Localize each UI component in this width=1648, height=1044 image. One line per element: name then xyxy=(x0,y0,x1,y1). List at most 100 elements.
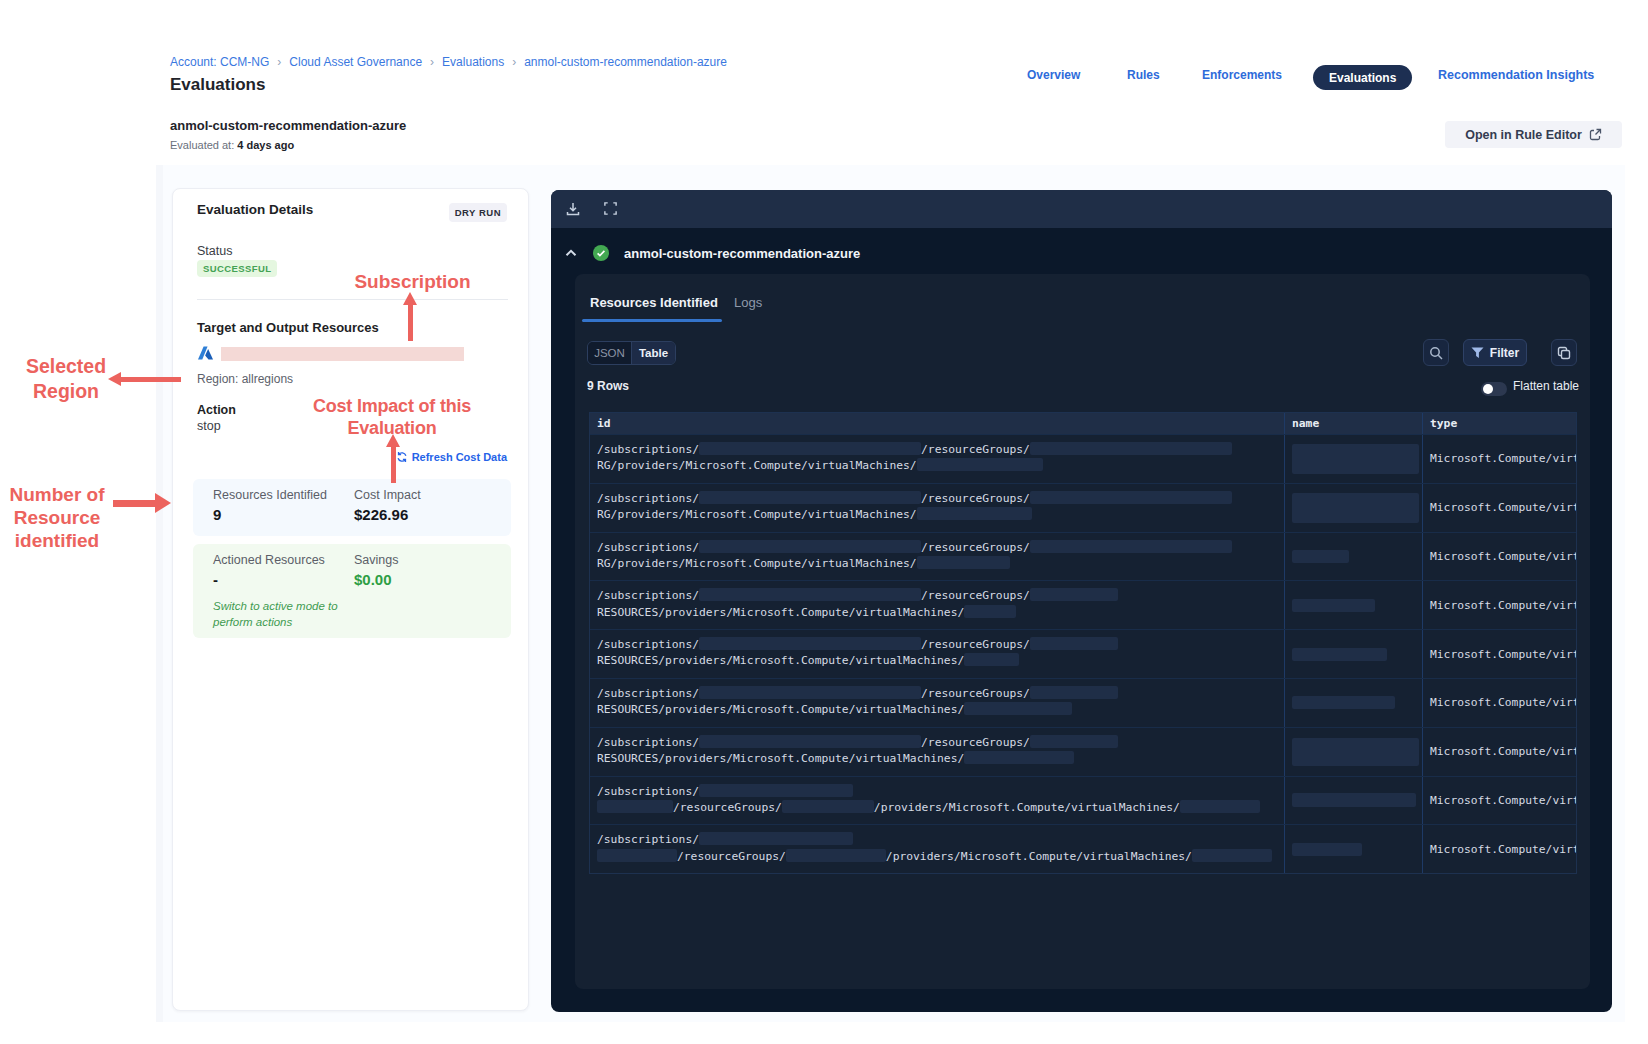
nav-overview[interactable]: Overview xyxy=(1027,68,1080,82)
breadcrumb-separator: › xyxy=(504,55,524,69)
cell-type: Microsoft.Compute/virtualMachines xyxy=(1422,581,1576,629)
dry-run-badge: DRY RUN xyxy=(449,203,507,222)
redacted-id-segment xyxy=(1180,800,1260,813)
column-header-name[interactable]: name xyxy=(1284,413,1422,434)
status-label: Status xyxy=(197,244,232,258)
nav-rules[interactable]: Rules xyxy=(1127,68,1160,82)
action-value: stop xyxy=(197,419,221,433)
cell-name xyxy=(1284,777,1422,825)
fullscreen-icon[interactable] xyxy=(603,201,618,220)
breadcrumb-governance[interactable]: Cloud Asset Governance xyxy=(289,55,422,69)
flatten-table-toggle[interactable] xyxy=(1481,382,1507,396)
rows-count: 9 Rows xyxy=(587,379,629,393)
refresh-link-label: Refresh Cost Data xyxy=(412,451,507,463)
redacted-id-segment xyxy=(917,458,1043,471)
cell-type: Microsoft.Compute/virtualMachines xyxy=(1422,533,1576,581)
table-row[interactable]: /subscriptions//resourceGroups/RESOURCES… xyxy=(590,629,1576,678)
cell-name xyxy=(1284,484,1422,532)
breadcrumb-account[interactable]: Account: CCM-NG xyxy=(170,55,269,69)
breadcrumb-evaluations[interactable]: Evaluations xyxy=(442,55,504,69)
cell-name xyxy=(1284,728,1422,776)
copy-button[interactable] xyxy=(1551,339,1577,366)
redacted-id-segment xyxy=(597,849,677,862)
cell-type: Microsoft.Compute/virtualMachines xyxy=(1422,777,1576,825)
redacted-id-segment xyxy=(964,702,1072,715)
cell-type: Microsoft.Compute/virtualMachines xyxy=(1422,679,1576,727)
redacted-name-value xyxy=(1292,599,1375,612)
cell-id: /subscriptions//resourceGroups/RG/provid… xyxy=(590,435,1284,483)
table-row[interactable]: /subscriptions//resourceGroups/RG/provid… xyxy=(590,434,1576,483)
actioned-resources-label: Actioned Resources xyxy=(213,553,325,567)
redacted-id-segment xyxy=(699,588,921,601)
evaluated-at: Evaluated at: 4 days ago xyxy=(170,139,294,151)
external-link-icon xyxy=(1589,128,1602,141)
annotation-arrow-cost-impact xyxy=(386,434,400,483)
evaluated-at-value: 4 days ago xyxy=(237,139,294,151)
collapse-chevron-icon[interactable] xyxy=(565,249,577,257)
column-header-id[interactable]: id xyxy=(590,413,1284,434)
flatten-table-label: Flatten table xyxy=(1513,379,1579,393)
toggle-knob xyxy=(1483,384,1493,394)
tab-resources-identified[interactable]: Resources Identified xyxy=(590,295,718,310)
cost-impact-label: Cost Impact xyxy=(354,488,421,502)
view-json-button[interactable]: JSON xyxy=(588,342,631,364)
table-row[interactable]: /subscriptions//resourceGroups//provider… xyxy=(590,776,1576,825)
page-title: Evaluations xyxy=(170,75,265,95)
redacted-name-value xyxy=(1292,738,1419,766)
download-icon[interactable] xyxy=(565,201,581,221)
filter-label: Filter xyxy=(1490,346,1519,360)
cell-id: /subscriptions//resourceGroups/RESOURCES… xyxy=(590,630,1284,678)
actioned-resources-value: - xyxy=(213,571,218,588)
cell-id: /subscriptions//resourceGroups/RESOURCES… xyxy=(590,728,1284,776)
nav-enforcements[interactable]: Enforcements xyxy=(1202,68,1282,82)
table-row[interactable]: /subscriptions//resourceGroups/RESOURCES… xyxy=(590,580,1576,629)
redacted-name-value xyxy=(1292,696,1395,709)
table-row[interactable]: /subscriptions//resourceGroups/RESOURCES… xyxy=(590,727,1576,776)
table-body: /subscriptions//resourceGroups/RG/provid… xyxy=(590,434,1576,873)
redacted-id-segment xyxy=(1030,491,1232,504)
view-table-button[interactable]: Table xyxy=(631,342,675,364)
nav-evaluations[interactable]: Evaluations xyxy=(1313,65,1412,90)
redacted-subscription-bar xyxy=(221,347,464,361)
action-label: Action xyxy=(197,403,236,417)
table-row[interactable]: /subscriptions//resourceGroups/RESOURCES… xyxy=(590,678,1576,727)
cell-name xyxy=(1284,825,1422,873)
table-row[interactable]: /subscriptions//resourceGroups/RG/provid… xyxy=(590,483,1576,532)
results-table: id name type /subscriptions//resourceGro… xyxy=(589,412,1577,874)
filter-icon xyxy=(1471,347,1484,359)
search-button[interactable] xyxy=(1423,339,1449,366)
annotation-selected-region: SelectedRegion xyxy=(14,354,118,404)
redacted-id-segment xyxy=(1030,588,1118,601)
breadcrumb-separator: › xyxy=(269,55,289,69)
redacted-id-segment xyxy=(917,507,1032,520)
nav-recommendation-insights[interactable]: Recommendation Insights xyxy=(1438,68,1594,82)
identified-cost-box: Resources Identified Cost Impact 9 $226.… xyxy=(193,479,511,536)
success-check-icon xyxy=(593,245,609,261)
cell-type: Microsoft.Compute/virtualMachines xyxy=(1422,728,1576,776)
breadcrumb-current[interactable]: anmol-custom-recommendation-azure xyxy=(524,55,727,69)
result-header-row: anmol-custom-recommendation-azure xyxy=(565,245,860,261)
tab-logs[interactable]: Logs xyxy=(734,295,762,310)
cell-name xyxy=(1284,581,1422,629)
cell-name xyxy=(1284,630,1422,678)
table-row[interactable]: /subscriptions//resourceGroups/RG/provid… xyxy=(590,532,1576,581)
cell-type: Microsoft.Compute/virtualMachines xyxy=(1422,435,1576,483)
details-title: Evaluation Details xyxy=(197,202,313,217)
divider xyxy=(197,299,508,300)
refresh-cost-data-link[interactable]: Refresh Cost Data xyxy=(396,451,507,463)
open-rule-editor-button[interactable]: Open in Rule Editor xyxy=(1445,121,1622,148)
redacted-id-segment xyxy=(699,735,921,748)
filter-button[interactable]: Filter xyxy=(1463,339,1527,366)
redacted-name-value xyxy=(1292,493,1419,523)
result-title: anmol-custom-recommendation-azure xyxy=(624,246,860,261)
cell-id: /subscriptions//resourceGroups/RESOURCES… xyxy=(590,679,1284,727)
redacted-name-value xyxy=(1292,648,1387,661)
table-row[interactable]: /subscriptions//resourceGroups//provider… xyxy=(590,824,1576,873)
redacted-id-segment xyxy=(917,556,1010,569)
evaluation-details-card: Evaluation Details DRY RUN Status SUCCES… xyxy=(172,188,529,1011)
view-mode-toggle: JSON Table xyxy=(587,341,676,365)
panel-toolbar xyxy=(551,190,1612,228)
region-value: Region: allregions xyxy=(197,372,293,386)
column-header-type[interactable]: type xyxy=(1422,413,1576,434)
redacted-id-segment xyxy=(699,686,921,699)
